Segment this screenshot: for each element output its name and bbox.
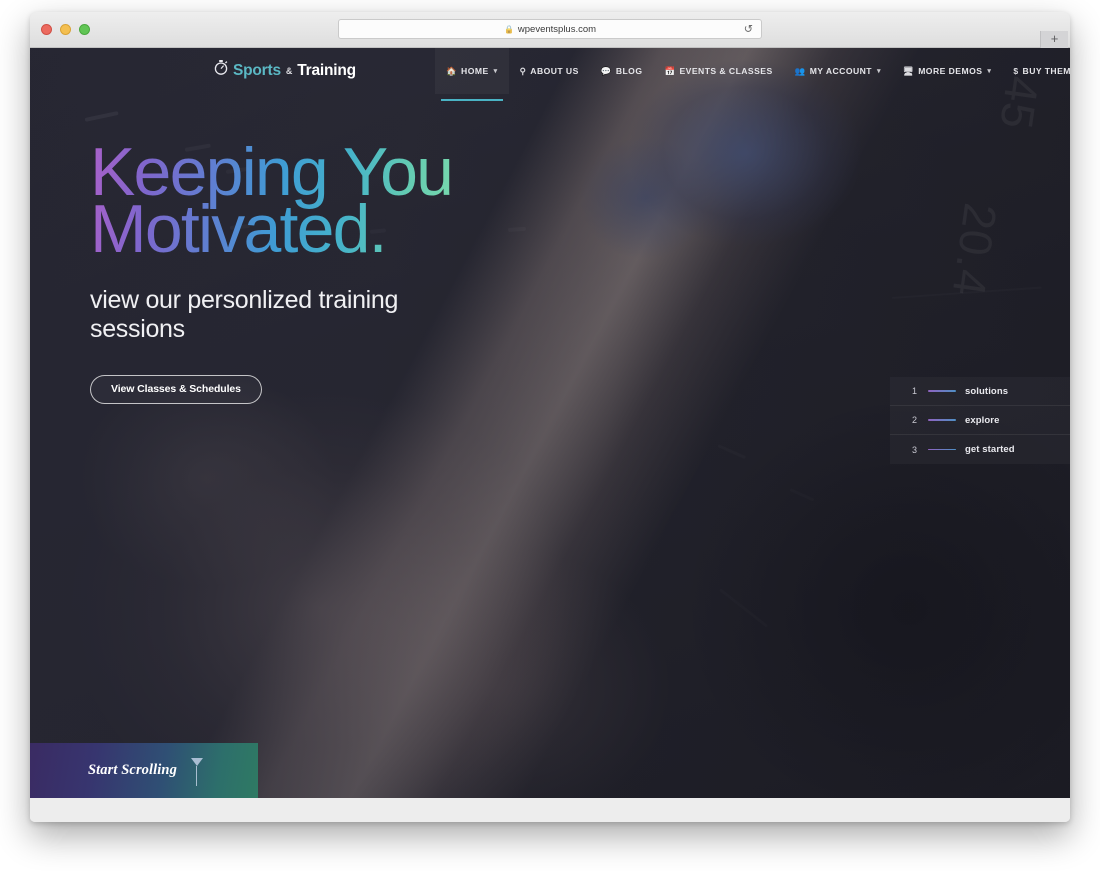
nav-item-my-account[interactable]: 👥 MY ACCOUNT ▾ bbox=[784, 48, 892, 94]
nav-label-blog: BLOG bbox=[615, 66, 643, 76]
address-bar-url: wpeventsplus.com bbox=[517, 23, 597, 35]
slide-dash-icon bbox=[928, 448, 956, 451]
site-logo[interactable]: Sports & Training bbox=[214, 60, 356, 80]
slide-label: get started bbox=[965, 444, 1015, 455]
nav-menu: 🏠 HOME ▾ ⚲ ABOUT US 💬 BLOG 📅 EVENTS & CL… bbox=[435, 48, 1070, 101]
slide-nav-item-get-started[interactable]: 3 get started bbox=[890, 435, 1070, 464]
slide-number: 2 bbox=[912, 415, 918, 425]
reload-icon[interactable]: ↺ bbox=[744, 23, 753, 36]
pin-icon: ⚲ bbox=[519, 65, 527, 76]
logo-text-amp: & bbox=[285, 65, 293, 76]
browser-window: 🔒 wpeventsplus.com ↺ + 45 20.4 Sports & … bbox=[30, 12, 1070, 822]
lock-icon: 🔒 bbox=[503, 24, 514, 34]
hero-section: 45 20.4 Sports & Training 🏠 HOME ▾ ⚲ ABO… bbox=[30, 48, 1070, 798]
calendar-icon: 📅 bbox=[664, 65, 676, 76]
chevron-down-icon: ▾ bbox=[987, 68, 992, 75]
start-scrolling-label: Start Scrolling bbox=[88, 762, 177, 778]
desktop-icon: 🖥 bbox=[902, 65, 915, 76]
nav-item-blog[interactable]: 💬 BLOG bbox=[590, 48, 654, 94]
slide-number: 1 bbox=[912, 386, 918, 396]
users-icon: 👥 bbox=[794, 65, 806, 76]
slide-nav-item-explore[interactable]: 2 explore bbox=[890, 406, 1070, 435]
address-bar[interactable]: 🔒 wpeventsplus.com ↺ bbox=[338, 19, 762, 39]
start-scrolling-bar[interactable]: Start Scrolling bbox=[30, 743, 258, 798]
hero-title: Keeping You Motivated. bbox=[90, 144, 452, 258]
hero-content: Keeping You Motivated. view our personli… bbox=[90, 144, 452, 404]
comment-icon: 💬 bbox=[600, 65, 612, 76]
minimize-window-button[interactable] bbox=[60, 24, 71, 35]
page-viewport: 45 20.4 Sports & Training 🏠 HOME ▾ ⚲ ABO… bbox=[30, 48, 1070, 822]
logo-text-training: Training bbox=[297, 61, 356, 79]
new-tab-button[interactable]: + bbox=[1040, 31, 1068, 48]
dollar-icon: $ bbox=[1013, 65, 1019, 76]
slide-navigator: 1 solutions 2 explore 3 get started bbox=[890, 377, 1070, 464]
nav-label-buy-theme: BUY THEME bbox=[1022, 66, 1070, 76]
slide-nav-item-solutions[interactable]: 1 solutions bbox=[890, 377, 1070, 406]
nav-label-about-us: ABOUT US bbox=[530, 66, 579, 76]
slide-label: solutions bbox=[965, 385, 1009, 397]
nav-item-events-classes[interactable]: 📅 EVENTS & CLASSES bbox=[653, 48, 783, 94]
maximize-window-button[interactable] bbox=[79, 24, 90, 35]
nav-item-more-demos[interactable]: 🖥 MORE DEMOS ▾ bbox=[892, 48, 1002, 94]
nav-label-my-account: MY ACCOUNT bbox=[809, 66, 872, 76]
slide-dash-icon bbox=[928, 390, 956, 392]
nav-item-home[interactable]: 🏠 HOME ▾ bbox=[435, 48, 509, 101]
slide-label: explore bbox=[965, 414, 1000, 426]
chevron-down-icon: ▾ bbox=[876, 68, 881, 75]
window-controls bbox=[41, 24, 90, 35]
below-hero-section bbox=[30, 798, 1070, 822]
site-navigation: Sports & Training 🏠 HOME ▾ ⚲ ABOUT US 💬 … bbox=[30, 48, 1070, 101]
browser-titlebar: 🔒 wpeventsplus.com ↺ + bbox=[30, 12, 1070, 48]
stopwatch-icon bbox=[214, 60, 228, 80]
nav-label-home: HOME bbox=[461, 66, 489, 76]
view-classes-schedules-button[interactable]: View Classes & Schedules bbox=[90, 374, 262, 404]
slide-number: 3 bbox=[912, 444, 918, 455]
logo-text-sports: Sports bbox=[233, 61, 281, 79]
slide-dash-icon bbox=[928, 419, 956, 421]
arrow-down-icon bbox=[190, 757, 203, 786]
hero-subtitle: view our personlized training sessions bbox=[90, 286, 399, 344]
home-icon: 🏠 bbox=[446, 65, 458, 76]
nav-label-more-demos: MORE DEMOS bbox=[918, 66, 983, 76]
nav-label-events-classes: EVENTS & CLASSES bbox=[679, 66, 773, 76]
nav-item-about-us[interactable]: ⚲ ABOUT US bbox=[509, 48, 590, 94]
chevron-down-icon: ▾ bbox=[493, 68, 498, 75]
close-window-button[interactable] bbox=[41, 24, 52, 35]
nav-item-buy-theme[interactable]: $ BUY THEME bbox=[1002, 48, 1070, 94]
